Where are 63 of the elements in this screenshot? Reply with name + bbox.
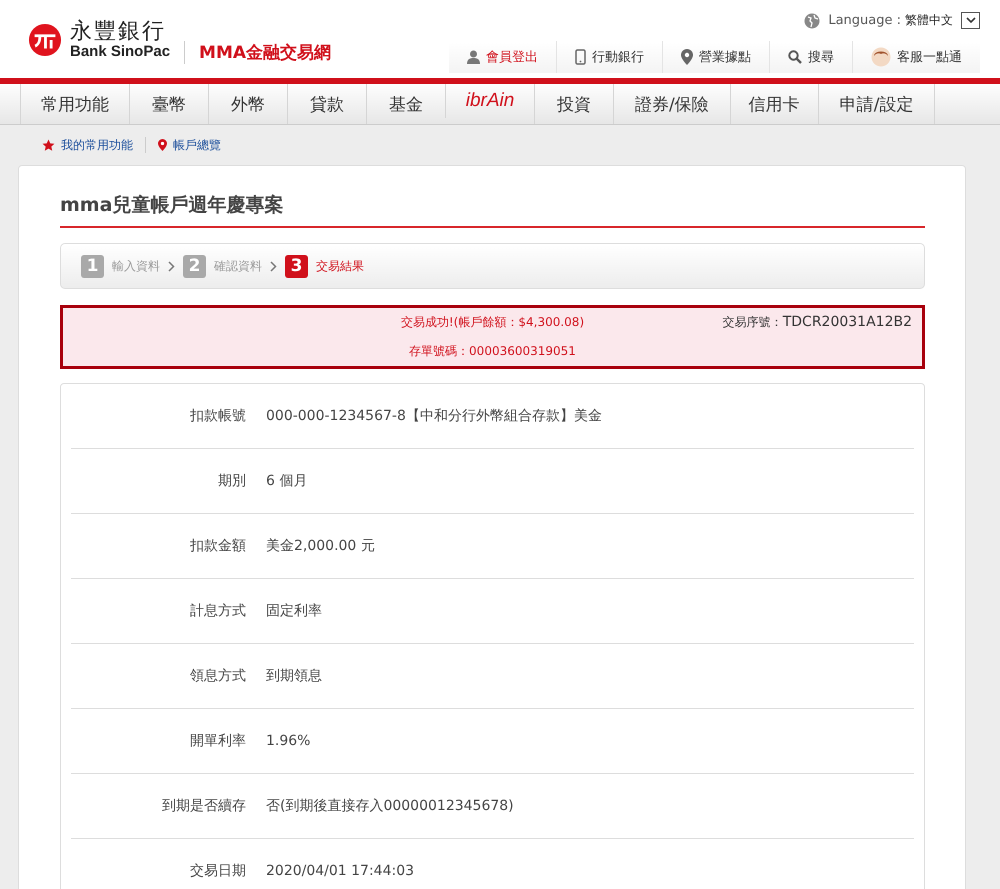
top-link[interactable]: 營業據點 bbox=[663, 41, 770, 73]
transaction-serial: 交易序號：TDCR20031A12B2 bbox=[722, 314, 912, 331]
step-label: 輸入資料 bbox=[112, 258, 160, 274]
language-label: Language : bbox=[828, 13, 901, 28]
chevron-right-icon bbox=[168, 260, 175, 272]
chevron-right-icon bbox=[270, 260, 277, 272]
star-icon bbox=[42, 138, 55, 152]
search-icon bbox=[788, 50, 802, 64]
step-number: 3 bbox=[285, 254, 308, 278]
step-number: 2 bbox=[183, 254, 206, 278]
breadcrumb-link[interactable]: 帳戶總覽 bbox=[173, 136, 221, 154]
nav-item[interactable]: 投資 bbox=[534, 84, 613, 124]
field-label: 扣款帳號 bbox=[189, 407, 246, 425]
language-dropdown[interactable] bbox=[961, 12, 980, 29]
breadcrumb-link[interactable]: 我的常用功能 bbox=[61, 136, 133, 154]
nav-item[interactable]: 臺幣 bbox=[129, 84, 208, 124]
bank-logo-icon bbox=[28, 23, 62, 57]
caret-icon bbox=[966, 17, 976, 24]
field-value: 000-000-1234567-8【中和分行外幣組合存款】美金 bbox=[266, 407, 602, 425]
site-title: MMA金融交易網 bbox=[184, 41, 332, 64]
field-value: 美金2,000.00 元 bbox=[266, 537, 375, 555]
step-label: 交易結果 bbox=[316, 258, 364, 274]
field-label: 開單利率 bbox=[189, 732, 246, 750]
top-link-label: 行動銀行 bbox=[592, 49, 644, 66]
nav-item[interactable]: 申請/設定 bbox=[818, 84, 936, 124]
language-value: 繁體中文 bbox=[905, 12, 953, 29]
nav-item[interactable]: 信用卡 bbox=[730, 84, 818, 124]
step-label: 確認資料 bbox=[214, 258, 262, 274]
top-link-label: 客服一點通 bbox=[897, 49, 962, 66]
field-value: 2020/04/01 17:44:03 bbox=[266, 863, 414, 879]
field-value: 1.96% bbox=[266, 733, 310, 749]
top-link[interactable]: 會員登出 bbox=[449, 41, 557, 73]
step-number: 1 bbox=[81, 254, 104, 278]
nav-item[interactable]: 外幣 bbox=[208, 84, 287, 124]
bank-name-english: Bank SinoPac bbox=[70, 44, 170, 60]
phone-icon bbox=[575, 49, 586, 65]
nav-item[interactable]: 基金 bbox=[366, 84, 445, 124]
nav-item[interactable]: 常用功能 bbox=[20, 84, 129, 124]
success-message: 交易成功!(帳戶餘額：$4,300.08) bbox=[400, 314, 584, 331]
nav-item[interactable]: 貸款 bbox=[287, 84, 366, 124]
field-label: 計息方式 bbox=[189, 602, 246, 620]
nav-item[interactable]: 證券/保險 bbox=[613, 84, 730, 124]
field-value: 6 個月 bbox=[266, 472, 308, 490]
field-label: 交易日期 bbox=[189, 862, 246, 880]
field-label: 扣款金額 bbox=[189, 537, 246, 555]
person-icon bbox=[467, 50, 480, 64]
field-label: 期別 bbox=[217, 472, 246, 490]
certificate-number: 存單號碼：00003600319051 bbox=[409, 343, 576, 360]
top-link-label: 搜尋 bbox=[808, 49, 834, 66]
top-link[interactable]: 搜尋 bbox=[770, 41, 853, 73]
top-link-label: 會員登出 bbox=[486, 49, 538, 66]
top-link[interactable]: 行動銀行 bbox=[557, 41, 663, 73]
location-pin-icon bbox=[158, 139, 167, 151]
location-pin-icon bbox=[681, 49, 693, 65]
nav-item[interactable]: ibrAin bbox=[445, 84, 534, 118]
field-value: 固定利率 bbox=[266, 602, 322, 620]
field-value: 否(到期後直接存入00000012345678) bbox=[266, 797, 514, 815]
top-link-label: 營業據點 bbox=[699, 49, 751, 66]
field-label: 到期是否續存 bbox=[161, 797, 246, 815]
bank-name: 永豐銀行 bbox=[70, 20, 167, 44]
field-label: 領息方式 bbox=[189, 667, 246, 685]
page-title: mma兒童帳戶週年慶專案 bbox=[60, 188, 925, 228]
field-value: 到期領息 bbox=[266, 667, 322, 685]
